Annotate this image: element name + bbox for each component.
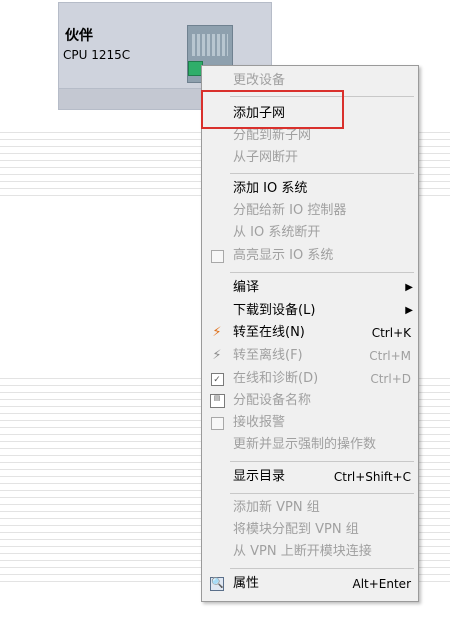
menu-item-disconnect-io-system[interactable]: 从 IO 系统断开 bbox=[202, 222, 418, 244]
menu-item-go-online[interactable]: ⚡ 转至在线(N) Ctrl+K bbox=[202, 322, 418, 344]
menu-item-label: 属性 bbox=[233, 576, 260, 591]
menu-item-online-diagnostics[interactable]: ✓ 在线和诊断(D) Ctrl+D bbox=[202, 368, 418, 390]
menu-item-shortcut: Ctrl+Shift+C bbox=[333, 470, 411, 484]
menu-item-show-catalog[interactable]: 显示目录 Ctrl+Shift+C bbox=[202, 466, 418, 488]
menu-item-receive-alarms[interactable]: 接收报警 bbox=[202, 412, 418, 434]
menu-item-label: 分配给新 IO 控制器 bbox=[233, 203, 347, 218]
menu-item-label: 高亮显示 IO 系统 bbox=[233, 248, 334, 263]
menu-item-properties[interactable]: 🔍 属性 Alt+Enter bbox=[202, 573, 418, 595]
menu-item-label: 将模块分配到 VPN 组 bbox=[233, 522, 359, 537]
menu-separator bbox=[230, 173, 414, 174]
menu-item-label: 从子网断开 bbox=[233, 150, 299, 165]
menu-separator bbox=[230, 568, 414, 569]
menu-item-add-io-system[interactable]: 添加 IO 系统 bbox=[202, 178, 418, 200]
menu-item-label: 更改设备 bbox=[233, 73, 286, 88]
menu-item-label: 在线和诊断(D) bbox=[233, 371, 319, 386]
menu-item-assign-module-vpn[interactable]: 将模块分配到 VPN 组 bbox=[202, 519, 418, 541]
menu-item-label: 添加 IO 系统 bbox=[233, 181, 308, 196]
menu-item-compile[interactable]: 编译 ▶ bbox=[202, 277, 418, 299]
submenu-arrow-icon: ▶ bbox=[405, 282, 413, 293]
menu-item-label: 转至在线(N) bbox=[233, 325, 305, 340]
menu-item-show-forced-operands[interactable]: 更新并显示强制的操作数 bbox=[202, 434, 418, 456]
menu-item-disconnect-subnet[interactable]: 从子网断开 bbox=[202, 147, 418, 169]
menu-item-shortcut: Ctrl+M bbox=[369, 349, 411, 363]
menu-item-highlight-io-system[interactable]: 高亮显示 IO 系统 bbox=[202, 245, 418, 267]
device-name: 伙伴 bbox=[65, 28, 93, 44]
menu-item-label: 更新并显示强制的操作数 bbox=[233, 437, 377, 452]
menu-item-disconnect-module-vpn[interactable]: 从 VPN 上断开模块连接 bbox=[202, 541, 418, 563]
menu-item-shortcut: Alt+Enter bbox=[352, 577, 411, 591]
menu-separator bbox=[230, 493, 414, 494]
name-tag-icon: ▤ bbox=[209, 393, 225, 409]
go-offline-icon: ⚡ bbox=[212, 348, 222, 363]
go-online-icon: ⚡ bbox=[212, 325, 222, 340]
menu-separator bbox=[230, 272, 414, 273]
diagnostics-icon: ✓ bbox=[209, 371, 225, 387]
menu-item-change-device[interactable]: 更改设备 bbox=[202, 70, 418, 92]
menu-item-assign-device-name[interactable]: ▤ 分配设备名称 bbox=[202, 390, 418, 412]
menu-separator bbox=[230, 461, 414, 462]
menu-item-label: 编译 bbox=[233, 280, 260, 295]
menu-item-label: 接收报警 bbox=[233, 415, 286, 430]
highlight-box bbox=[201, 90, 344, 129]
menu-item-label: 下载到设备(L) bbox=[233, 303, 316, 318]
menu-item-assign-io-controller[interactable]: 分配给新 IO 控制器 bbox=[202, 200, 418, 222]
menu-item-label: 分配设备名称 bbox=[233, 393, 312, 408]
menu-item-download-to-device[interactable]: 下载到设备(L) ▶ bbox=[202, 300, 418, 322]
menu-item-label: 转至离线(F) bbox=[233, 348, 303, 363]
checkbox-icon bbox=[209, 415, 225, 431]
menu-item-label: 显示目录 bbox=[233, 469, 286, 484]
menu-item-shortcut: Ctrl+D bbox=[370, 372, 411, 386]
menu-item-label: 从 IO 系统断开 bbox=[233, 225, 321, 240]
submenu-arrow-icon: ▶ bbox=[405, 305, 413, 316]
menu-item-add-vpn-group[interactable]: 添加新 VPN 组 bbox=[202, 497, 418, 519]
properties-icon: 🔍 bbox=[210, 577, 224, 591]
context-menu: 更改设备 添加子网 分配到新子网 从子网断开 添加 IO 系统 分配给新 IO … bbox=[201, 65, 419, 602]
menu-item-label: 从 VPN 上断开模块连接 bbox=[233, 544, 372, 559]
menu-item-label: 添加新 VPN 组 bbox=[233, 500, 320, 515]
menu-item-go-offline[interactable]: ⚡ 转至离线(F) Ctrl+M bbox=[202, 345, 418, 367]
device-cpu-type: CPU 1215C bbox=[63, 48, 131, 62]
menu-item-shortcut: Ctrl+K bbox=[371, 326, 411, 340]
checkbox-icon bbox=[209, 248, 225, 264]
